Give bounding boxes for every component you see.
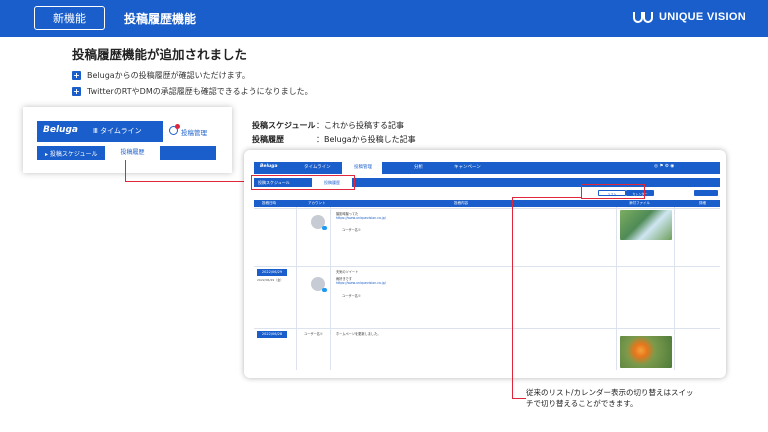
post-title: 天気のツイート <box>336 270 359 274</box>
menu-zoom-card: Beluga Ⅲ タイムライン 投稿管理 <box>23 107 232 173</box>
date-sub: 2022/06/29（金） <box>257 278 284 282</box>
definition-schedule: 投稿スケジュール：これから投稿する記事 <box>252 120 404 131</box>
toggle-note: 従来のリスト/カレンダー表示の切り替えはスイッチで切り替えることができます。 <box>526 388 694 408</box>
brand-logo: UNIQUE VISION <box>632 10 746 24</box>
app-nav-post-management-label: 投稿管理 <box>354 165 372 170</box>
beluga-logo: Beluga <box>43 125 78 135</box>
twitter-icon <box>322 288 327 292</box>
tab-post-schedule-label: 投稿スケジュール <box>49 151 98 158</box>
app-nav-campaign[interactable]: キャンペーン <box>454 164 481 170</box>
post-user: ユーザー名① <box>342 228 361 232</box>
plus-icon: + <box>72 71 81 80</box>
highlight-box-toggle <box>581 184 645 199</box>
page-headline: 投稿履歴機能が追加されました <box>72 47 248 62</box>
app-brand: Beluga <box>260 164 278 169</box>
top-banner: 新機能 投稿履歴機能 UNIQUE VISION <box>0 0 768 37</box>
bullet-text: TwitterのRTやDMの承認履歴も確認できるようになりました。 <box>87 87 313 96</box>
col-header: 投稿日時 <box>262 201 276 205</box>
app-nav-timeline[interactable]: タイムライン <box>304 164 331 170</box>
app-nav-post-management[interactable]: 投稿管理 <box>342 162 382 174</box>
attachment-image[interactable] <box>620 336 672 368</box>
bullet-text: Belugaからの投稿履歴が確認いただけます。 <box>87 71 250 80</box>
definition-history: 投稿履歴 ：Belugaから投稿した記事 <box>252 134 416 145</box>
post-link[interactable]: https://www.uniquevision.co.jp/ <box>336 281 386 285</box>
export-button[interactable] <box>694 190 718 196</box>
bullet-item: + Belugaからの投稿履歴が確認いただけます。 <box>72 70 250 81</box>
tab-post-schedule[interactable]: ▸ 投稿スケジュール <box>45 149 98 158</box>
unique-vision-logo-icon <box>632 12 653 23</box>
bullet-item: + TwitterのRTやDMの承認履歴も確認できるようになりました。 <box>72 86 313 97</box>
zoom-sub-tabs: ▸ 投稿スケジュール 投稿履歴 <box>37 146 216 160</box>
connector-line <box>512 398 526 400</box>
app-nav-bar: Beluga タイムライン 投稿管理 分析 キャンペーン ◎ ⚑ ⚙ ◉ <box>254 162 720 174</box>
definition-desc: ：Belugaから投稿した記事 <box>316 135 416 144</box>
plus-icon: + <box>72 87 81 96</box>
post-user: ユーザー名① <box>342 294 361 298</box>
nav-timeline[interactable]: Ⅲ タイムライン <box>93 126 142 136</box>
date-badge: 2022/06/28 <box>257 331 287 338</box>
definition-desc: ：これから投稿する記事 <box>316 121 404 130</box>
nav-timeline-label: タイムライン <box>100 127 142 135</box>
col-header: 投稿内容 <box>454 201 468 205</box>
brand-name: UNIQUE VISION <box>658 11 746 23</box>
app-toolbar: リスト カレンダー <box>254 190 720 198</box>
table-row[interactable]: 2022/06/28 ユーザー名① ホームページを更新しました。 <box>254 328 720 370</box>
app-nav-analytics[interactable]: 分析 <box>414 164 423 170</box>
connector-line <box>512 197 582 199</box>
highlight-box-tabs <box>251 175 355 190</box>
notification-dot <box>175 124 180 129</box>
date-badge: 2022/06/29 <box>257 269 287 276</box>
connector-line <box>125 160 127 182</box>
definition-term: 投稿履歴 <box>252 135 284 144</box>
timeline-icon: Ⅲ <box>93 127 101 135</box>
connector-line <box>512 197 514 399</box>
connector-line <box>125 181 255 183</box>
col-header: 詳細 <box>699 201 706 205</box>
tab-post-history[interactable]: 投稿履歴 <box>105 146 160 160</box>
post-user: ユーザー名① <box>304 332 323 336</box>
zoom-nav-bar: Beluga Ⅲ タイムライン 投稿管理 <box>37 121 214 142</box>
nav-post-management[interactable]: 投稿管理 <box>163 121 214 142</box>
post-title: ホームページを更新しました。 <box>336 332 381 336</box>
history-table: 投稿日時 アカウント 投稿内容 添付ファイル 詳細 撮影時撮ってた https:… <box>254 200 720 370</box>
nav-post-management-label: 投稿管理 <box>181 129 207 137</box>
table-row[interactable]: 撮影時撮ってた https://www.uniquevision.co.jp/ … <box>254 208 720 266</box>
attachment-image[interactable] <box>620 210 672 240</box>
twitter-icon <box>322 226 327 230</box>
new-feature-badge: 新機能 <box>34 6 105 30</box>
col-header: アカウント <box>308 201 326 205</box>
banner-title: 投稿履歴機能 <box>124 12 197 26</box>
table-row[interactable]: 2022/06/29 2022/06/29（金） 天気のツイート 雨好きです h… <box>254 266 720 328</box>
definition-term: 投稿スケジュール <box>252 121 316 130</box>
post-link[interactable]: https://www.uniquevision.co.jp/ <box>336 216 386 220</box>
app-nav-icons: ◎ ⚑ ⚙ ◉ <box>654 164 675 169</box>
table-header: 投稿日時 アカウント 投稿内容 添付ファイル 詳細 <box>254 200 720 207</box>
col-header: 添付ファイル <box>629 201 650 205</box>
